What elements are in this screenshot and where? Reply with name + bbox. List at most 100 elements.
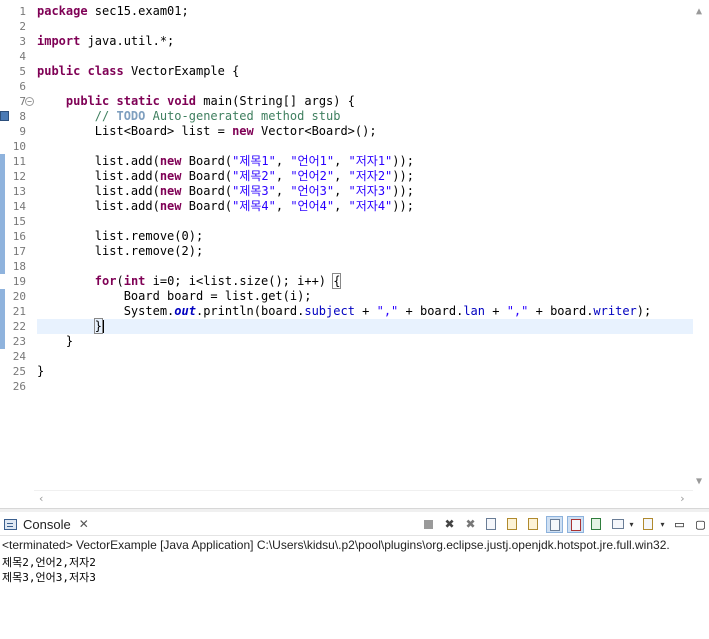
line-number: 10 xyxy=(12,140,26,153)
pin-console-button[interactable] xyxy=(588,516,605,533)
line-number: 26 xyxy=(12,380,26,393)
terminate-button[interactable] xyxy=(420,516,437,533)
console-output-line: 제목3,언어3,저자3 xyxy=(2,571,96,584)
remove-launch-button[interactable]: ✖ xyxy=(441,516,458,533)
code-line[interactable]: list.add(new Board("제목1", "언어1", "저자1"))… xyxy=(37,154,693,169)
code-line[interactable]: List<Board> list = new Vector<Board>(); xyxy=(37,124,693,139)
gutter-line[interactable]: 26 xyxy=(0,379,34,394)
gutter-line[interactable]: 25 xyxy=(0,364,34,379)
gutter-line[interactable]: 6 xyxy=(0,79,34,94)
gutter-line[interactable]: 21 xyxy=(0,304,34,319)
gutter-line[interactable]: 4 xyxy=(0,49,34,64)
gutter-line[interactable]: 13 xyxy=(0,184,34,199)
gutter-line[interactable]: 23 xyxy=(0,334,34,349)
code-line[interactable]: package sec15.exam01; xyxy=(37,4,693,19)
code-token: import xyxy=(37,34,81,48)
show-on-stdout-button[interactable] xyxy=(546,515,563,533)
gutter-line[interactable]: 15 xyxy=(0,214,34,229)
line-number: 3 xyxy=(19,35,26,48)
code-line[interactable]: Board board = list.get(i); xyxy=(37,289,693,304)
show-on-stderr-button[interactable] xyxy=(567,515,584,533)
tab-console[interactable]: Console ✕ xyxy=(0,512,96,536)
code-line[interactable] xyxy=(37,79,693,94)
gutter-line[interactable]: 16 xyxy=(0,229,34,244)
code-line[interactable]: list.add(new Board("제목3", "언어3", "저자3"))… xyxy=(37,184,693,199)
horizontal-scrollbar[interactable]: ‹ › xyxy=(34,490,693,506)
open-console-dropdown[interactable]: ▾ xyxy=(658,516,667,533)
code-line[interactable]: } xyxy=(37,334,693,349)
gutter-line[interactable]: 17 xyxy=(0,244,34,259)
code-line[interactable] xyxy=(37,259,693,274)
gutter-line[interactable]: 8 xyxy=(0,109,34,124)
close-icon[interactable]: ✕ xyxy=(79,517,89,531)
line-number: 12 xyxy=(12,170,26,183)
code-token: "저자1" xyxy=(348,154,393,168)
minimize-button[interactable]: ▭ xyxy=(671,516,688,533)
gutter-line[interactable]: 5 xyxy=(0,64,34,79)
code-token: "언어1" xyxy=(290,154,335,168)
gutter-line[interactable]: 11 xyxy=(0,154,34,169)
line-number-gutter[interactable]: 1 2 3 4 5 6 7−8 9 10 11 12 13 14 15 16 17 18 19 20 21 22 23 24… xyxy=(0,4,34,490)
code-line[interactable]: for(int i=0; i<list.size(); i++) { xyxy=(37,273,693,289)
line-number: 8 xyxy=(19,110,26,123)
gutter-line[interactable]: 10 xyxy=(0,139,34,154)
code-token: "," xyxy=(506,304,529,318)
code-line[interactable]: public class VectorExample { xyxy=(37,64,693,79)
code-token: int xyxy=(123,274,146,288)
scroll-right-icon[interactable]: › xyxy=(679,492,686,505)
console-output[interactable]: 제목2,언어2,저자2 제목3,언어3,저자3 xyxy=(2,555,702,585)
code-line[interactable]: System.out.println(board.subject + "," +… xyxy=(37,304,693,319)
fold-collapse-icon[interactable]: − xyxy=(25,97,34,106)
code-token: , xyxy=(334,169,349,183)
code-line[interactable]: list.remove(0); xyxy=(37,229,693,244)
gutter-line[interactable]: 20 xyxy=(0,289,34,304)
code-line[interactable]: // TODO Auto-generated method stub xyxy=(37,109,693,124)
scroll-down-icon[interactable]: ▼ xyxy=(696,476,702,487)
vertical-scrollbar[interactable]: ▲ ▼ xyxy=(693,4,709,490)
maximize-button[interactable]: ▢ xyxy=(692,516,709,533)
gutter-line[interactable]: 9 xyxy=(0,124,34,139)
code-line[interactable]: public static void main(String[] args) { xyxy=(37,94,693,109)
remove-all-terminated-button[interactable]: ✖ xyxy=(462,516,479,533)
display-console-dropdown[interactable]: ▾ xyxy=(627,516,636,533)
clear-console-button[interactable] xyxy=(483,516,500,533)
code-token: i=0; i<list.size(); i++) xyxy=(145,274,334,288)
console-view[interactable]: Console ✕ ✖ ✖ ▾ ▾ ▭ ▢ <terminated> Vecto… xyxy=(0,512,709,639)
java-editor[interactable]: 1 2 3 4 5 6 7−8 9 10 11 12 13 14 15 16 17 18 19 20 21 22 23 24… xyxy=(0,0,709,508)
code-line[interactable] xyxy=(37,214,693,229)
gutter-line[interactable]: 24 xyxy=(0,349,34,364)
code-line[interactable]: list.remove(2); xyxy=(37,244,693,259)
code-line[interactable] xyxy=(37,349,693,364)
line-number: 19 xyxy=(12,275,26,288)
scroll-left-icon[interactable]: ‹ xyxy=(38,492,45,505)
open-console-button[interactable] xyxy=(640,516,657,533)
code-token: "제목2" xyxy=(232,169,276,183)
gutter-line[interactable]: 19 xyxy=(0,274,34,289)
scroll-up-icon[interactable]: ▲ xyxy=(696,6,702,17)
code-line[interactable]: } xyxy=(37,318,693,334)
gutter-line[interactable]: 1 xyxy=(0,4,34,19)
code-line[interactable] xyxy=(37,379,693,394)
code-token: // xyxy=(37,109,117,123)
gutter-line[interactable]: 22 xyxy=(0,319,34,334)
code-line[interactable]: list.add(new Board("제목2", "언어2", "저자2"))… xyxy=(37,169,693,184)
gutter-line[interactable]: 12 xyxy=(0,169,34,184)
code-line[interactable]: list.add(new Board("제목4", "언어4", "저자4"))… xyxy=(37,199,693,214)
word-wrap-button[interactable] xyxy=(525,516,542,533)
code-token: )); xyxy=(392,184,414,198)
line-number: 23 xyxy=(12,335,26,348)
gutter-line[interactable]: 18 xyxy=(0,259,34,274)
code-line[interactable]: import java.util.*; xyxy=(37,34,693,49)
code-line[interactable] xyxy=(37,49,693,64)
display-console-button[interactable] xyxy=(609,516,626,533)
scroll-lock-button[interactable] xyxy=(504,516,521,533)
gutter-line[interactable]: 3 xyxy=(0,34,34,49)
code-line[interactable] xyxy=(37,139,693,154)
code-line[interactable]: } xyxy=(37,364,693,379)
code-token: ); xyxy=(636,304,652,318)
gutter-line[interactable]: 7− xyxy=(0,94,34,109)
code-line[interactable] xyxy=(37,19,693,34)
gutter-line[interactable]: 2 xyxy=(0,19,34,34)
code-area[interactable]: package sec15.exam01; import java.util.*;… xyxy=(37,4,693,490)
gutter-line[interactable]: 14 xyxy=(0,199,34,214)
